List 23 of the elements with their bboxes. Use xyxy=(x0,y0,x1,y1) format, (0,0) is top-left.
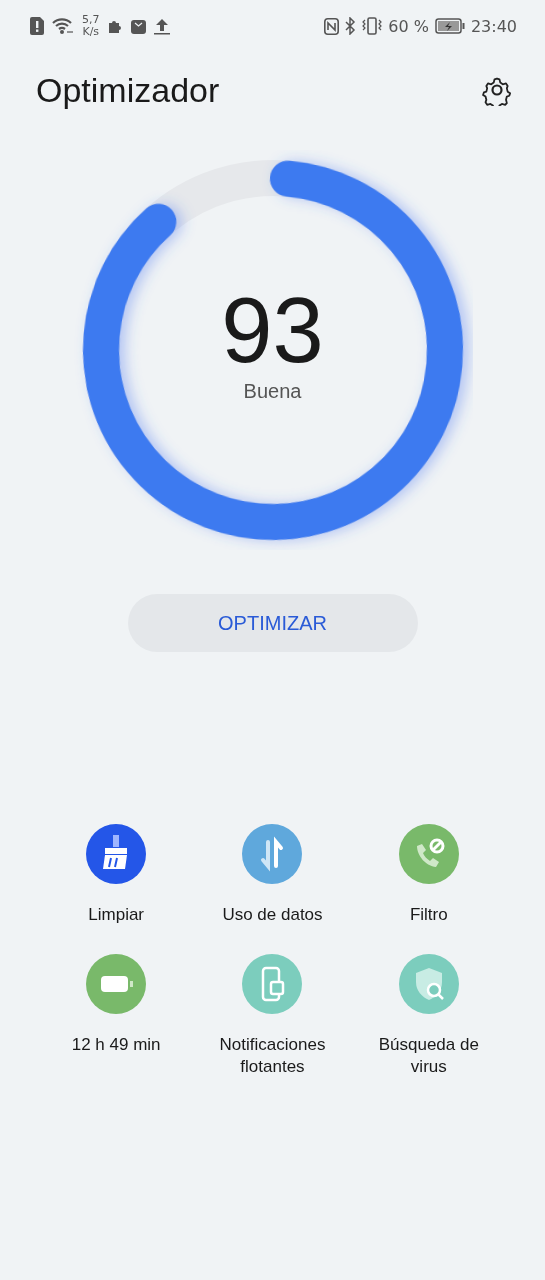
bluetooth-icon xyxy=(345,17,357,35)
battery-charging-icon xyxy=(434,18,465,34)
tool-button[interactable]: Limpiar xyxy=(38,824,195,926)
tool-button[interactable]: 12 h 49 min xyxy=(38,954,195,1078)
alert-icon xyxy=(30,17,44,35)
speed-unit: K/s xyxy=(82,26,100,38)
speed-value: 5,7 xyxy=(82,14,100,26)
wifi-icon xyxy=(52,17,74,35)
clock: 23:40 xyxy=(470,16,517,36)
vibrate-icon xyxy=(362,17,383,35)
bag-icon xyxy=(130,18,146,34)
tool-button[interactable]: Búsqueda de virus xyxy=(350,954,507,1078)
tool-button[interactable]: Notificaciones flotantes xyxy=(194,954,351,1078)
optimize-button[interactable]: OPTIMIZAR xyxy=(127,594,418,652)
tool-button[interactable]: Uso de datos xyxy=(194,824,351,926)
score-label: Buena xyxy=(243,380,302,403)
upload-icon xyxy=(153,17,170,35)
score-value: 93 xyxy=(221,280,324,380)
page-title: Optimizador xyxy=(36,70,220,110)
puzzle-icon xyxy=(107,18,123,34)
battery-percent: 60 % xyxy=(388,16,429,36)
tool-button[interactable]: Filtro xyxy=(350,824,507,926)
nfc-icon xyxy=(324,17,340,35)
